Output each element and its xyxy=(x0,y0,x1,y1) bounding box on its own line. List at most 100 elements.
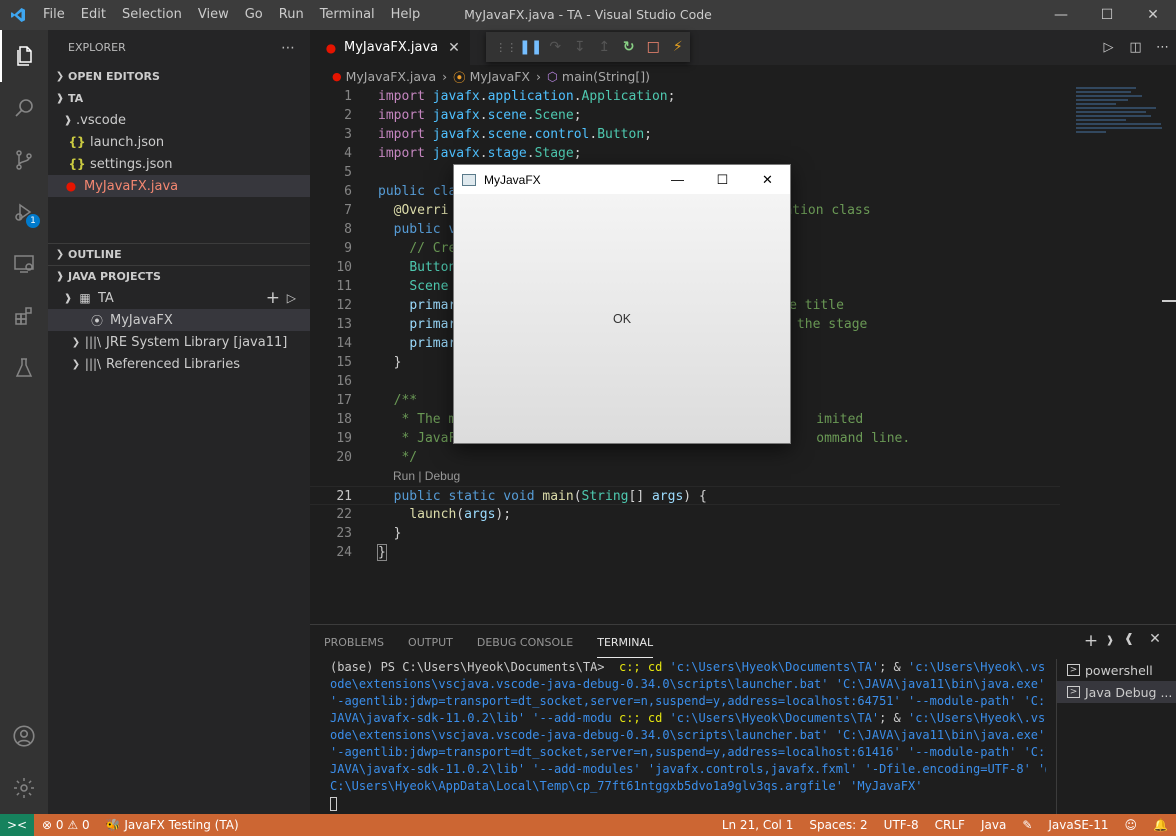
section-java-projects[interactable]: ❱ JAVA PROJECTS xyxy=(48,265,310,287)
java-runtime[interactable]: JavaSE-11 xyxy=(1040,818,1116,832)
menu-help[interactable]: Help xyxy=(383,0,429,30)
new-terminal-icon[interactable]: + xyxy=(1078,631,1104,651)
terminal-item-powershell[interactable]: > powershell xyxy=(1057,659,1176,681)
json-icon: {} xyxy=(68,157,86,171)
tree-class-myjavafx[interactable]: ⦿ MyJavaFX xyxy=(48,309,310,331)
menu-go[interactable]: Go xyxy=(237,0,271,30)
tree-referenced-libraries[interactable]: ❯ |||\ Referenced Libraries xyxy=(48,353,310,375)
terminal-line: JAVA\javafx-sdk-11.0.2\lib' '--add-modu … xyxy=(330,711,1046,725)
explorer-icon[interactable] xyxy=(0,30,48,82)
step-over-icon[interactable]: ↷ xyxy=(543,39,568,55)
tree-jre-library[interactable]: ❯ |||\ JRE System Library [java11] xyxy=(48,331,310,353)
menu-terminal[interactable]: Terminal xyxy=(312,0,383,30)
terminal-icon: > xyxy=(1067,686,1080,698)
code-line: 23 } xyxy=(310,524,1060,543)
close-icon[interactable]: ✕ xyxy=(1130,0,1176,30)
maximize-panel-icon[interactable]: ❰ xyxy=(1116,631,1142,651)
step-into-icon[interactable]: ↧ xyxy=(568,39,593,55)
more-actions-icon[interactable]: ⋯ xyxy=(281,40,296,56)
language-mode[interactable]: Java xyxy=(973,818,1014,832)
section-workspace[interactable]: ❱ TA xyxy=(48,87,310,109)
drag-handle-icon[interactable]: ⋮⋮ xyxy=(494,41,519,54)
split-editor-icon[interactable]: ◫ xyxy=(1122,40,1149,55)
problems-status[interactable]: ⊗ 0 ⚠ 0 xyxy=(34,818,98,832)
cursor-position[interactable]: Ln 21, Col 1 xyxy=(714,818,802,832)
javafx-ok-button[interactable]: OK xyxy=(454,194,790,443)
sidebar-title: EXPLORER xyxy=(68,41,126,54)
section-open-editors[interactable]: ❯ OPEN EDITORS xyxy=(48,65,310,87)
extensions-icon[interactable] xyxy=(0,290,48,342)
maximize-icon[interactable]: ☐ xyxy=(1084,0,1130,30)
tab-terminal[interactable]: TERMINAL xyxy=(597,628,654,658)
tab-output[interactable]: OUTPUT xyxy=(408,628,453,657)
close-icon[interactable]: ✕ xyxy=(745,165,790,194)
code-line: 20 */ xyxy=(310,448,1060,467)
tab-problems[interactable]: PROBLEMS xyxy=(324,628,384,657)
scrollbar-marker[interactable] xyxy=(1162,300,1176,302)
tree-file-myjavafx[interactable]: ● MyJavaFX.java xyxy=(48,175,310,197)
add-icon[interactable]: + xyxy=(266,288,280,308)
line-number: 3 xyxy=(344,127,352,142)
breadcrumb-file[interactable]: MyJavaFX.java xyxy=(346,69,437,84)
restart-icon[interactable]: ↻ xyxy=(617,39,642,55)
encoding[interactable]: UTF-8 xyxy=(876,818,927,832)
stop-icon[interactable]: □ xyxy=(641,39,666,55)
tab-myjavafx[interactable]: ● MyJavaFX.java ✕ xyxy=(310,30,470,65)
terminal-item-java-debug[interactable]: > Java Debug ... xyxy=(1057,681,1176,703)
run-icon[interactable]: ▷ xyxy=(287,291,296,305)
line-number: 4 xyxy=(344,146,352,161)
run-debug-icon[interactable]: 1 xyxy=(0,186,48,238)
maximize-icon[interactable]: ☐ xyxy=(700,165,745,194)
chevron-down-icon[interactable]: ❱ xyxy=(1104,631,1116,651)
end-of-line[interactable]: CRLF xyxy=(927,818,973,832)
tree-folder-vscode[interactable]: ❱ .vscode xyxy=(48,109,310,131)
code-line: 2 import javafx.scene.Scene; xyxy=(310,106,1060,125)
codelens-run-debug[interactable]: Run | Debug xyxy=(310,467,1060,486)
editor-tabs: ● MyJavaFX.java ✕ ⋮⋮ ❚❚ ↷ ↧ ↥ ↻ □ ⚡ ▷ ◫ … xyxy=(310,30,1176,65)
search-icon[interactable] xyxy=(0,82,48,134)
testing-icon[interactable] xyxy=(0,342,48,394)
code-line: 3 import javafx.scene.control.Button; xyxy=(310,125,1060,144)
vscode-logo-icon xyxy=(0,0,35,30)
account-icon[interactable] xyxy=(0,710,48,762)
close-tab-icon[interactable]: ✕ xyxy=(448,40,460,56)
run-file-icon[interactable]: ▷ xyxy=(1095,40,1122,55)
terminal-list: > powershell > Java Debug ... xyxy=(1056,659,1176,815)
menu-edit[interactable]: Edit xyxy=(73,0,114,30)
terminal-output[interactable]: (base) PS C:\Users\Hyeok\Documents\TA> c… xyxy=(330,659,1046,812)
indentation[interactable]: Spaces: 2 xyxy=(801,818,875,832)
remote-indicator-icon[interactable]: >< xyxy=(0,814,34,836)
tree-file-settings-json[interactable]: {} settings.json xyxy=(48,153,310,175)
more-actions-icon[interactable]: ⋯ xyxy=(1149,40,1176,55)
menu-run[interactable]: Run xyxy=(271,0,312,30)
section-label: OUTLINE xyxy=(68,248,122,261)
ok-button-label: OK xyxy=(612,311,632,326)
line-number: 5 xyxy=(344,165,352,180)
class-icon: ⦿ xyxy=(453,69,466,85)
minimize-icon[interactable]: — xyxy=(1038,0,1084,30)
breadcrumb-class[interactable]: MyJavaFX xyxy=(470,69,530,84)
minimap[interactable] xyxy=(1076,87,1166,147)
hot-reload-icon[interactable]: ⚡ xyxy=(666,39,691,55)
tree-project-ta[interactable]: ❱ ▦ TA + ▷ xyxy=(48,287,310,309)
chevron-right-icon: ❯ xyxy=(55,70,65,82)
source-control-icon[interactable] xyxy=(0,134,48,186)
menu-file[interactable]: File xyxy=(35,0,73,30)
minimize-icon[interactable]: — xyxy=(655,165,700,194)
menu-selection[interactable]: Selection xyxy=(114,0,190,30)
step-out-icon[interactable]: ↥ xyxy=(592,39,617,55)
remote-explorer-icon[interactable] xyxy=(0,238,48,290)
tab-debug-console[interactable]: DEBUG CONSOLE xyxy=(477,628,573,657)
pause-icon[interactable]: ❚❚ xyxy=(519,39,544,55)
tree-file-launch-json[interactable]: {} launch.json xyxy=(48,131,310,153)
breadcrumb-method[interactable]: main(String[]) xyxy=(562,69,650,84)
feedback-icon[interactable]: ☺ xyxy=(1117,818,1146,832)
thumbs-up-icon[interactable]: ✎ xyxy=(1014,818,1040,832)
launch-config-status[interactable]: 🐝 JavaFX Testing (TA) xyxy=(98,818,247,832)
close-panel-icon[interactable]: ✕ xyxy=(1142,631,1168,651)
javafx-titlebar[interactable]: MyJavaFX — ☐ ✕ xyxy=(454,165,790,194)
notifications-bell-icon[interactable]: 🔔 xyxy=(1145,818,1176,832)
menu-view[interactable]: View xyxy=(190,0,237,30)
settings-gear-icon[interactable] xyxy=(0,762,48,814)
section-outline[interactable]: ❯ OUTLINE xyxy=(48,243,310,265)
